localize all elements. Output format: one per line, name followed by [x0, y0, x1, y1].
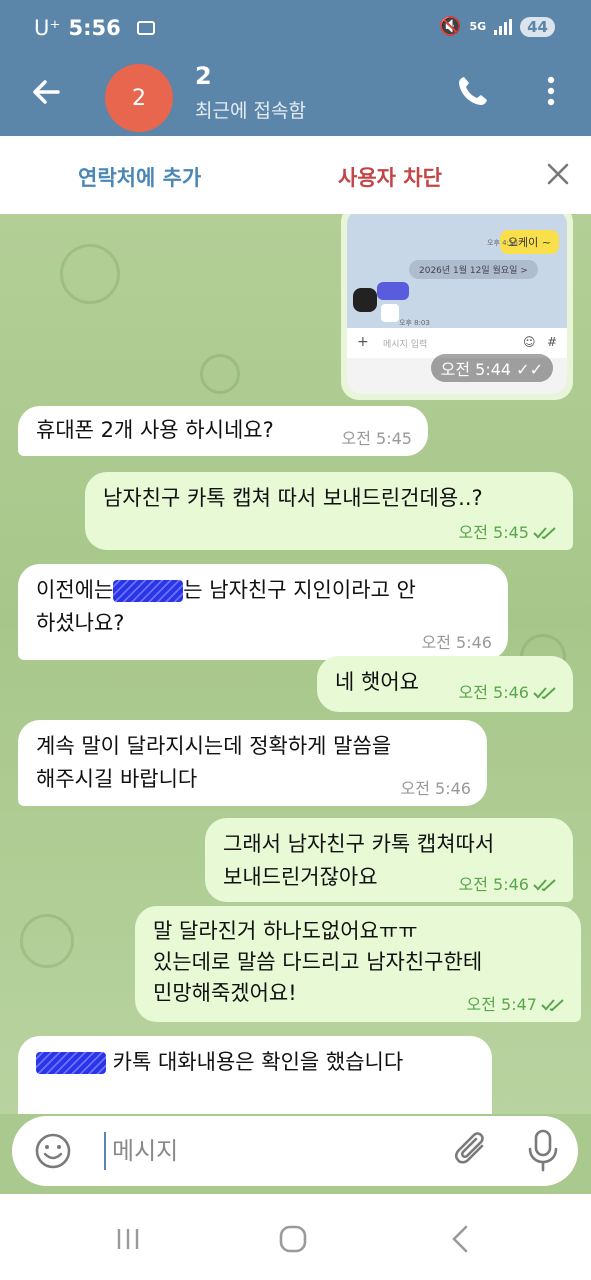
text-segment: 이전에는	[36, 578, 114, 602]
mute-icon: 🔇	[439, 16, 462, 37]
time-label: 오전 5:46	[458, 683, 529, 702]
paperclip-icon[interactable]	[452, 1130, 492, 1172]
message-time: 오전 5:46	[459, 684, 557, 702]
message-time: 오전 5:46	[459, 876, 557, 894]
action-bar: 연락처에 추가 사용자 차단	[0, 136, 591, 214]
message-composer	[12, 1116, 578, 1186]
time-label: 오전 5:45	[458, 523, 529, 542]
message-text: 있는데로 말씀 다드리고 남자친구한테	[153, 950, 483, 974]
message-text: 이전에는 는 남자친구 지인이라고 안	[36, 574, 490, 607]
message-text: 휴대폰 2개 사용 하시네요?	[36, 418, 274, 442]
message-time: 오전 5:46	[421, 633, 492, 652]
composer-area	[0, 1114, 591, 1194]
time-label: 오전 5:44	[440, 360, 512, 379]
contact-status: 최근에 접속함	[195, 100, 306, 122]
recent-apps-icon[interactable]	[115, 1226, 141, 1252]
incoming-message[interactable]: 휴대폰 2개 사용 하시네요? 오전 5:45	[18, 406, 428, 456]
back-arrow-icon[interactable]	[28, 74, 64, 110]
read-check-icon	[533, 687, 556, 700]
preview-time: 오후 4:16	[487, 239, 518, 247]
message-text: 카톡 대화내용은 확인을 했습니다	[36, 1046, 474, 1079]
outgoing-message[interactable]: 그래서 남자친구 카톡 캡쳐따서 보내드린거잖아요 오전 5:46	[205, 818, 573, 902]
status-bar: U⁺ 5:56 🔇 5G 44	[0, 0, 591, 56]
message-time: 오전 5:45	[459, 524, 557, 542]
block-user-button[interactable]: 사용자 차단	[338, 162, 442, 192]
photo-message[interactable]: 오케이 ~ 오후 4:16 2026년 1월 12일 월요일 > 오후 8:03…	[341, 214, 573, 400]
plus-icon: +	[357, 334, 369, 350]
signal-icon	[494, 18, 513, 35]
background-doodle	[20, 914, 74, 968]
screenshot-image[interactable]: 오케이 ~ 오후 4:16 2026년 1월 12일 월요일 > 오후 8:03…	[347, 214, 567, 394]
message-text: 말 달라진거 하나도없어요ㅠㅠ	[153, 919, 418, 943]
incoming-message[interactable]: 카톡 대화내용은 확인을 했습니다	[18, 1036, 492, 1114]
close-icon[interactable]	[544, 160, 572, 188]
avatar[interactable]: 2	[105, 64, 173, 132]
text-segment: 는 남자친구 지인이라고 안	[183, 578, 416, 602]
message-text: 그래서 남자친구 카톡 캡쳐따서	[223, 832, 495, 856]
time-label: 오전 5:47	[466, 995, 537, 1014]
carrier-label: U⁺	[34, 16, 61, 40]
time-label: 오전 5:46	[458, 875, 529, 894]
outgoing-message[interactable]: 남자친구 카톡 캡쳐 따서 보내드린건데용..? 오전 5:45	[85, 472, 573, 550]
read-check-icon	[533, 879, 556, 892]
nav-back-icon[interactable]	[448, 1224, 472, 1254]
contact-name[interactable]: 2	[195, 62, 212, 90]
message-text: 남자친구 카톡 캡쳐 따서 보내드린건데용..?	[103, 486, 483, 510]
message-text: 계속 말이 달라지시는데 정확하게 말씀을	[36, 734, 392, 758]
status-left: U⁺ 5:56	[34, 16, 155, 40]
add-contact-button[interactable]: 연락처에 추가	[78, 162, 201, 192]
incoming-message[interactable]: 계속 말이 달라지시는데 정확하게 말씀을 해주시길 바랍니다 오전 5:46	[18, 720, 487, 806]
preview-date-chip: 2026년 1월 12일 월요일 >	[409, 260, 538, 279]
read-check-icon	[541, 999, 564, 1012]
system-nav-bar	[0, 1194, 591, 1280]
redacted-name	[377, 282, 409, 300]
outgoing-message[interactable]: 말 달라진거 하나도없어요ㅠㅠ 있는데로 말씀 다드리고 남자친구한테 민망해죽…	[135, 906, 581, 1022]
emoji-icon: ☺	[523, 335, 536, 349]
emoji-icon[interactable]	[34, 1132, 72, 1170]
redacted-name	[36, 1052, 106, 1074]
message-time: 오전 5:44 ✓✓	[430, 354, 553, 382]
hash-icon: #	[547, 335, 558, 349]
message-time: 오전 5:45	[341, 429, 412, 448]
redacted-name	[113, 580, 184, 602]
background-doodle	[60, 244, 120, 304]
outgoing-message[interactable]: 네 햇어요 오전 5:46	[317, 656, 573, 712]
preview-input-placeholder: 메시지 입력	[383, 340, 428, 350]
background-doodle	[200, 354, 240, 394]
chat-area[interactable]: 오케이 ~ 오후 4:16 2026년 1월 12일 월요일 > 오후 8:03…	[0, 214, 591, 1114]
more-vertical-icon[interactable]	[540, 74, 562, 108]
preview-avatar	[353, 288, 377, 312]
screen-record-icon	[136, 21, 155, 35]
phone-icon[interactable]	[456, 74, 490, 108]
message-time: 오전 5:46	[400, 779, 471, 798]
text-segment: 카톡 대화내용은 확인을 했습니다	[106, 1050, 404, 1074]
message-input[interactable]	[104, 1132, 444, 1170]
preview-thumbnail	[381, 304, 399, 322]
preview-time: 오후 8:03	[399, 319, 430, 327]
status-right: 🔇 5G 44	[439, 16, 555, 37]
incoming-message[interactable]: 이전에는 는 남자친구 지인이라고 안 하셨나요? 오전 5:46	[18, 564, 508, 660]
home-icon[interactable]	[278, 1224, 308, 1254]
read-check-icon	[533, 527, 556, 540]
message-time: 오전 5:47	[467, 996, 565, 1014]
chat-header: 2 2 최근에 접속함	[0, 56, 591, 136]
microphone-icon[interactable]	[526, 1128, 560, 1174]
status-time: 5:56	[68, 16, 121, 40]
battery-indicator: 44	[520, 16, 555, 37]
network-type: 5G	[469, 19, 487, 33]
message-text: 네 햇어요	[335, 670, 419, 694]
